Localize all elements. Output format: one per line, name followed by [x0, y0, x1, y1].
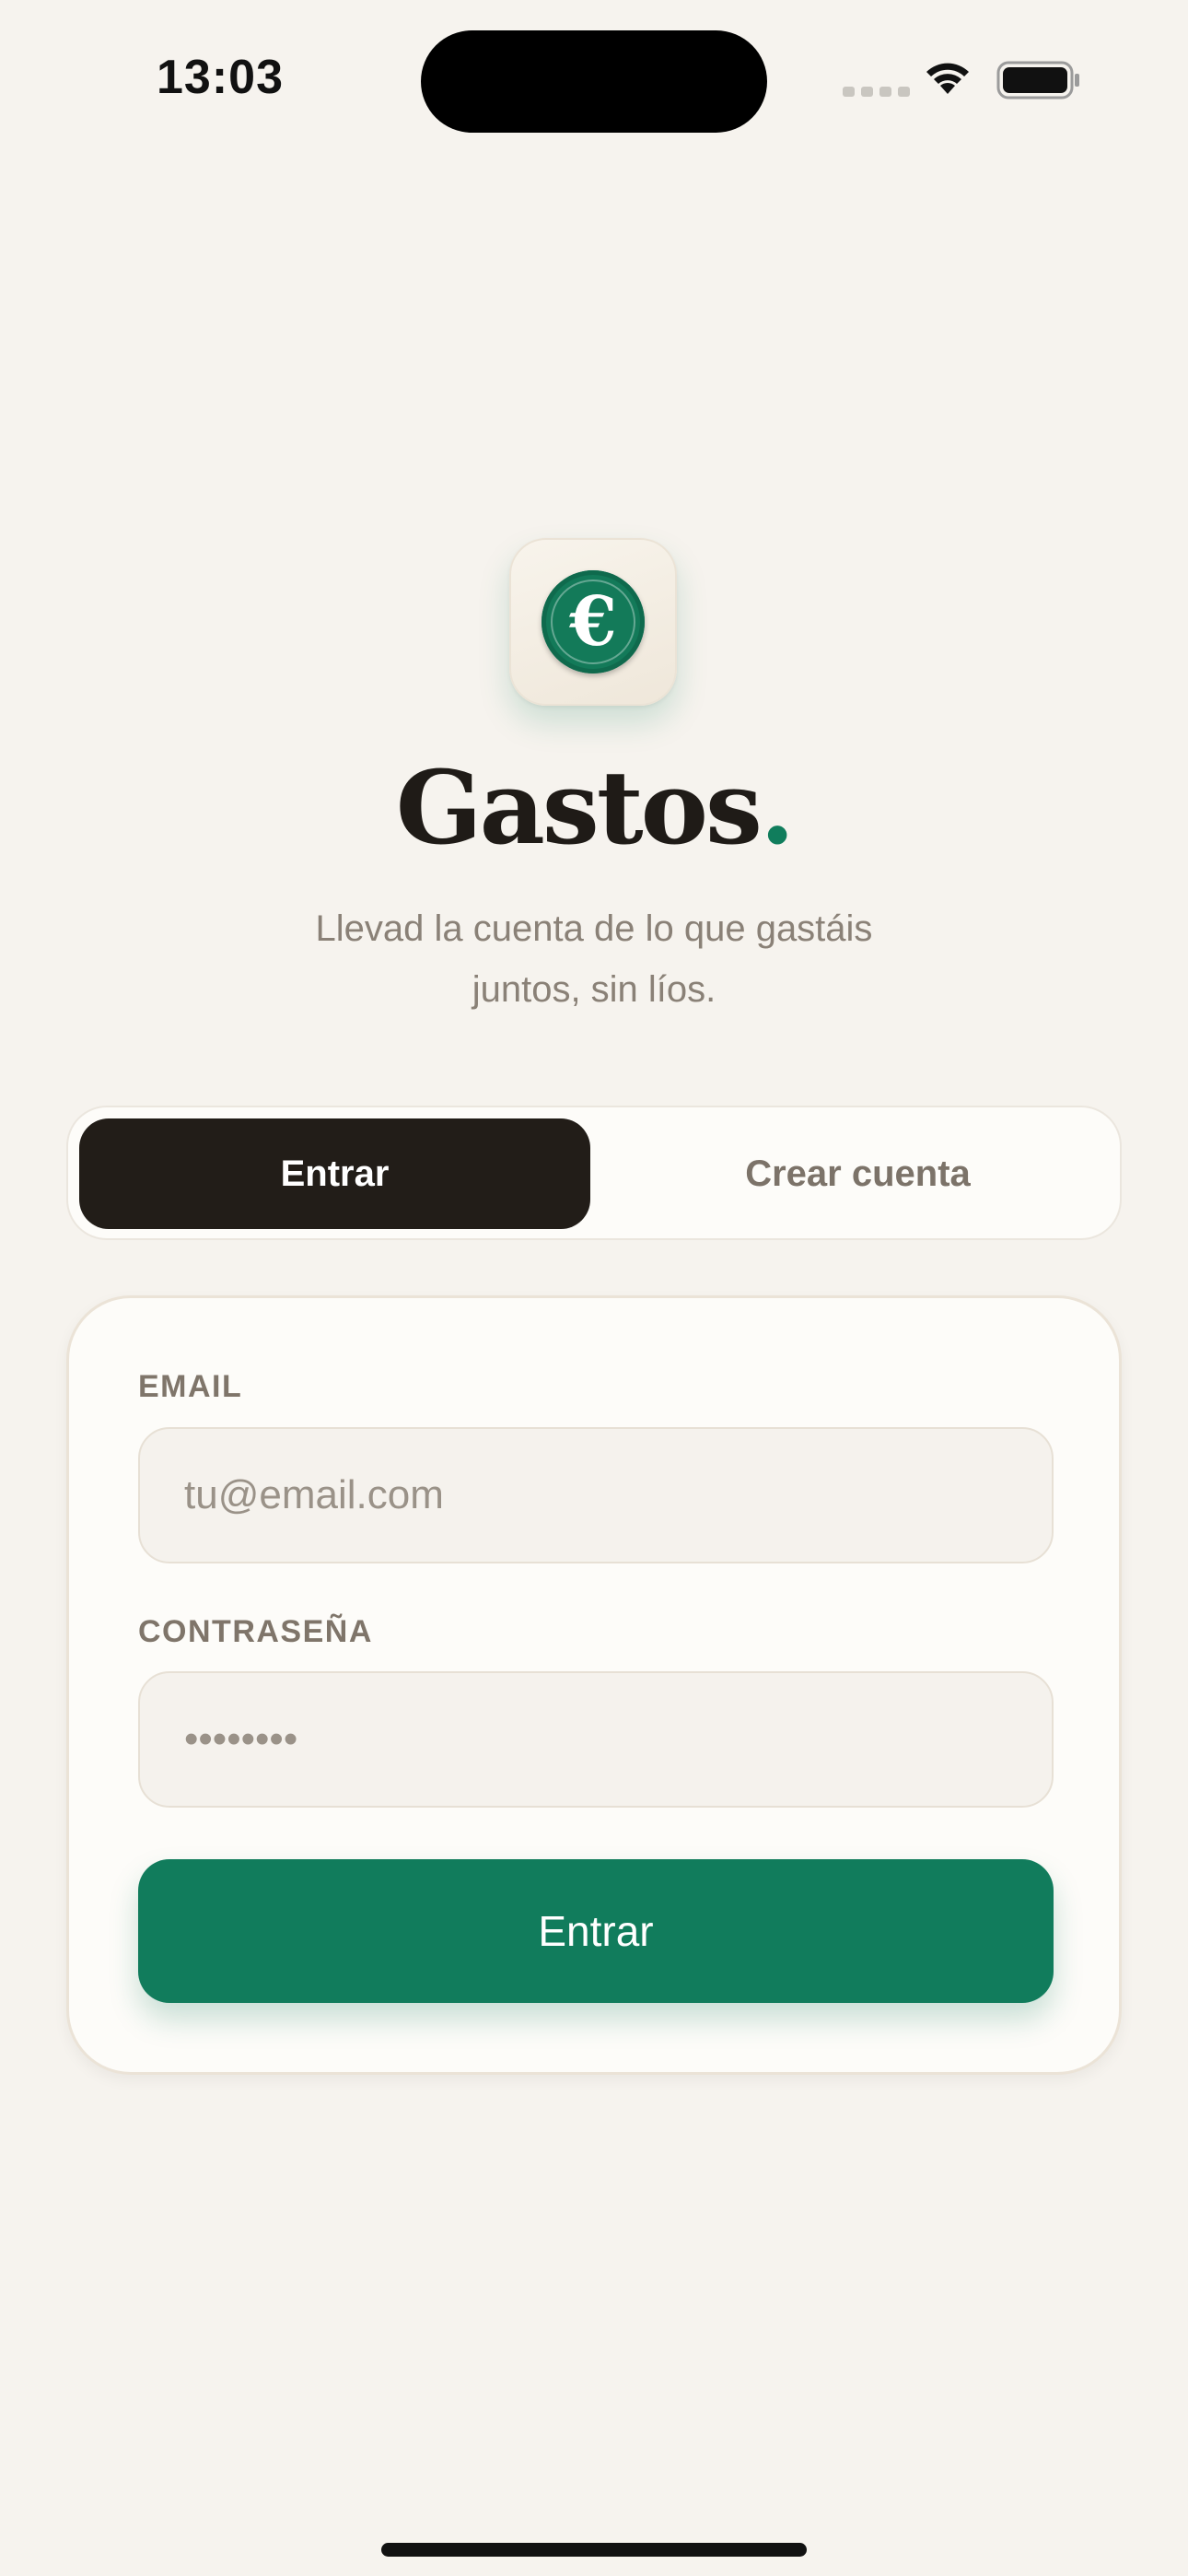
status-time: 13:03	[157, 51, 284, 104]
cellular-signal-icon	[843, 87, 910, 97]
auth-mode-toggle: Entrar Crear cuenta	[66, 1106, 1122, 1240]
app-title-text: Gastos	[395, 748, 763, 867]
app-subtitle: Llevad la cuenta de lo que gastáis junto…	[226, 898, 962, 1020]
battery-icon	[996, 61, 1079, 100]
app-title: Gastos.	[0, 757, 1188, 859]
subtitle-line-2: juntos, sin líos.	[472, 969, 716, 1010]
tab-create-account[interactable]: Crear cuenta	[602, 1118, 1113, 1229]
login-form-card: EMAIL CONTRASEÑA Entrar	[66, 1295, 1122, 2075]
home-indicator[interactable]	[381, 2543, 807, 2557]
email-field[interactable]	[138, 1427, 1054, 1563]
login-submit-button[interactable]: Entrar	[138, 1859, 1054, 2003]
email-label: EMAIL	[138, 1369, 243, 1404]
dynamic-island	[421, 30, 767, 133]
app-logo: €	[509, 538, 677, 706]
wifi-icon	[926, 63, 969, 94]
password-label: CONTRASEÑA	[138, 1614, 373, 1649]
tab-login[interactable]: Entrar	[79, 1118, 590, 1229]
app-title-accent-dot: .	[759, 748, 795, 867]
subtitle-line-1: Llevad la cuenta de lo que gastáis	[315, 908, 873, 949]
password-field[interactable]	[138, 1671, 1054, 1808]
euro-coin-icon: €	[542, 570, 645, 673]
